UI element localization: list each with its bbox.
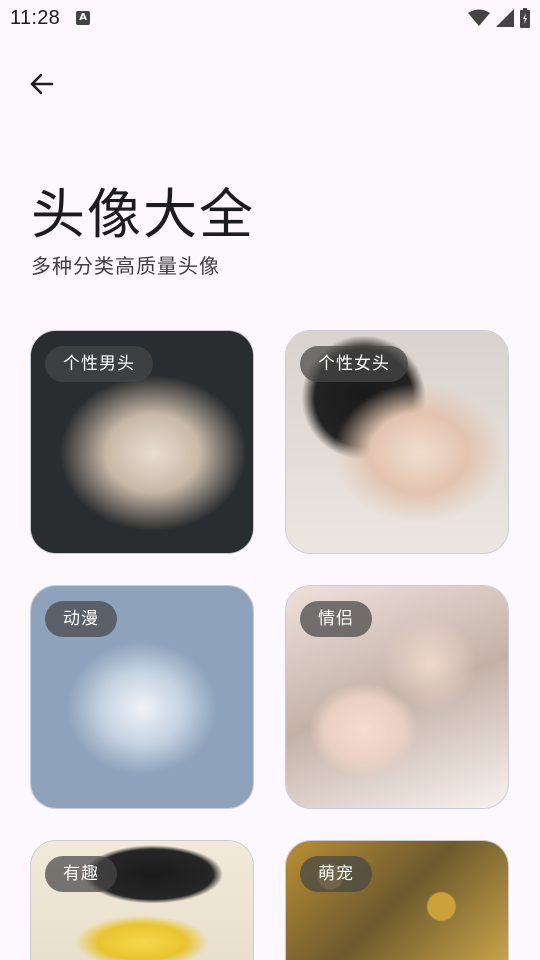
status-icons	[468, 8, 530, 28]
category-label: 有趣	[45, 856, 117, 892]
category-label: 情侣	[300, 601, 372, 637]
category-card-couple[interactable]: 情侣	[285, 585, 509, 809]
page-title: 头像大全	[31, 183, 255, 246]
battery-icon	[520, 8, 530, 28]
category-card-funny[interactable]: 有趣	[30, 840, 254, 960]
category-label: 动漫	[45, 601, 117, 637]
category-label: 个性女头	[300, 346, 408, 382]
category-label: 萌宠	[300, 856, 372, 892]
page-subtitle: 多种分类高质量头像	[31, 254, 220, 278]
back-button[interactable]	[18, 62, 66, 106]
category-label: 个性男头	[45, 346, 153, 382]
status-bar: 11:28 A	[0, 0, 540, 36]
category-card-anime[interactable]: 动漫	[30, 585, 254, 809]
notification-icon: A	[76, 11, 91, 25]
category-card-pets[interactable]: 萌宠	[285, 840, 509, 960]
category-card-female[interactable]: 个性女头	[285, 330, 509, 554]
status-time: 11:28	[10, 6, 61, 29]
wifi-icon	[468, 9, 490, 26]
arrow-left-icon	[30, 73, 54, 95]
cellular-signal-icon	[496, 9, 514, 27]
category-card-male[interactable]: 个性男头	[30, 330, 254, 554]
